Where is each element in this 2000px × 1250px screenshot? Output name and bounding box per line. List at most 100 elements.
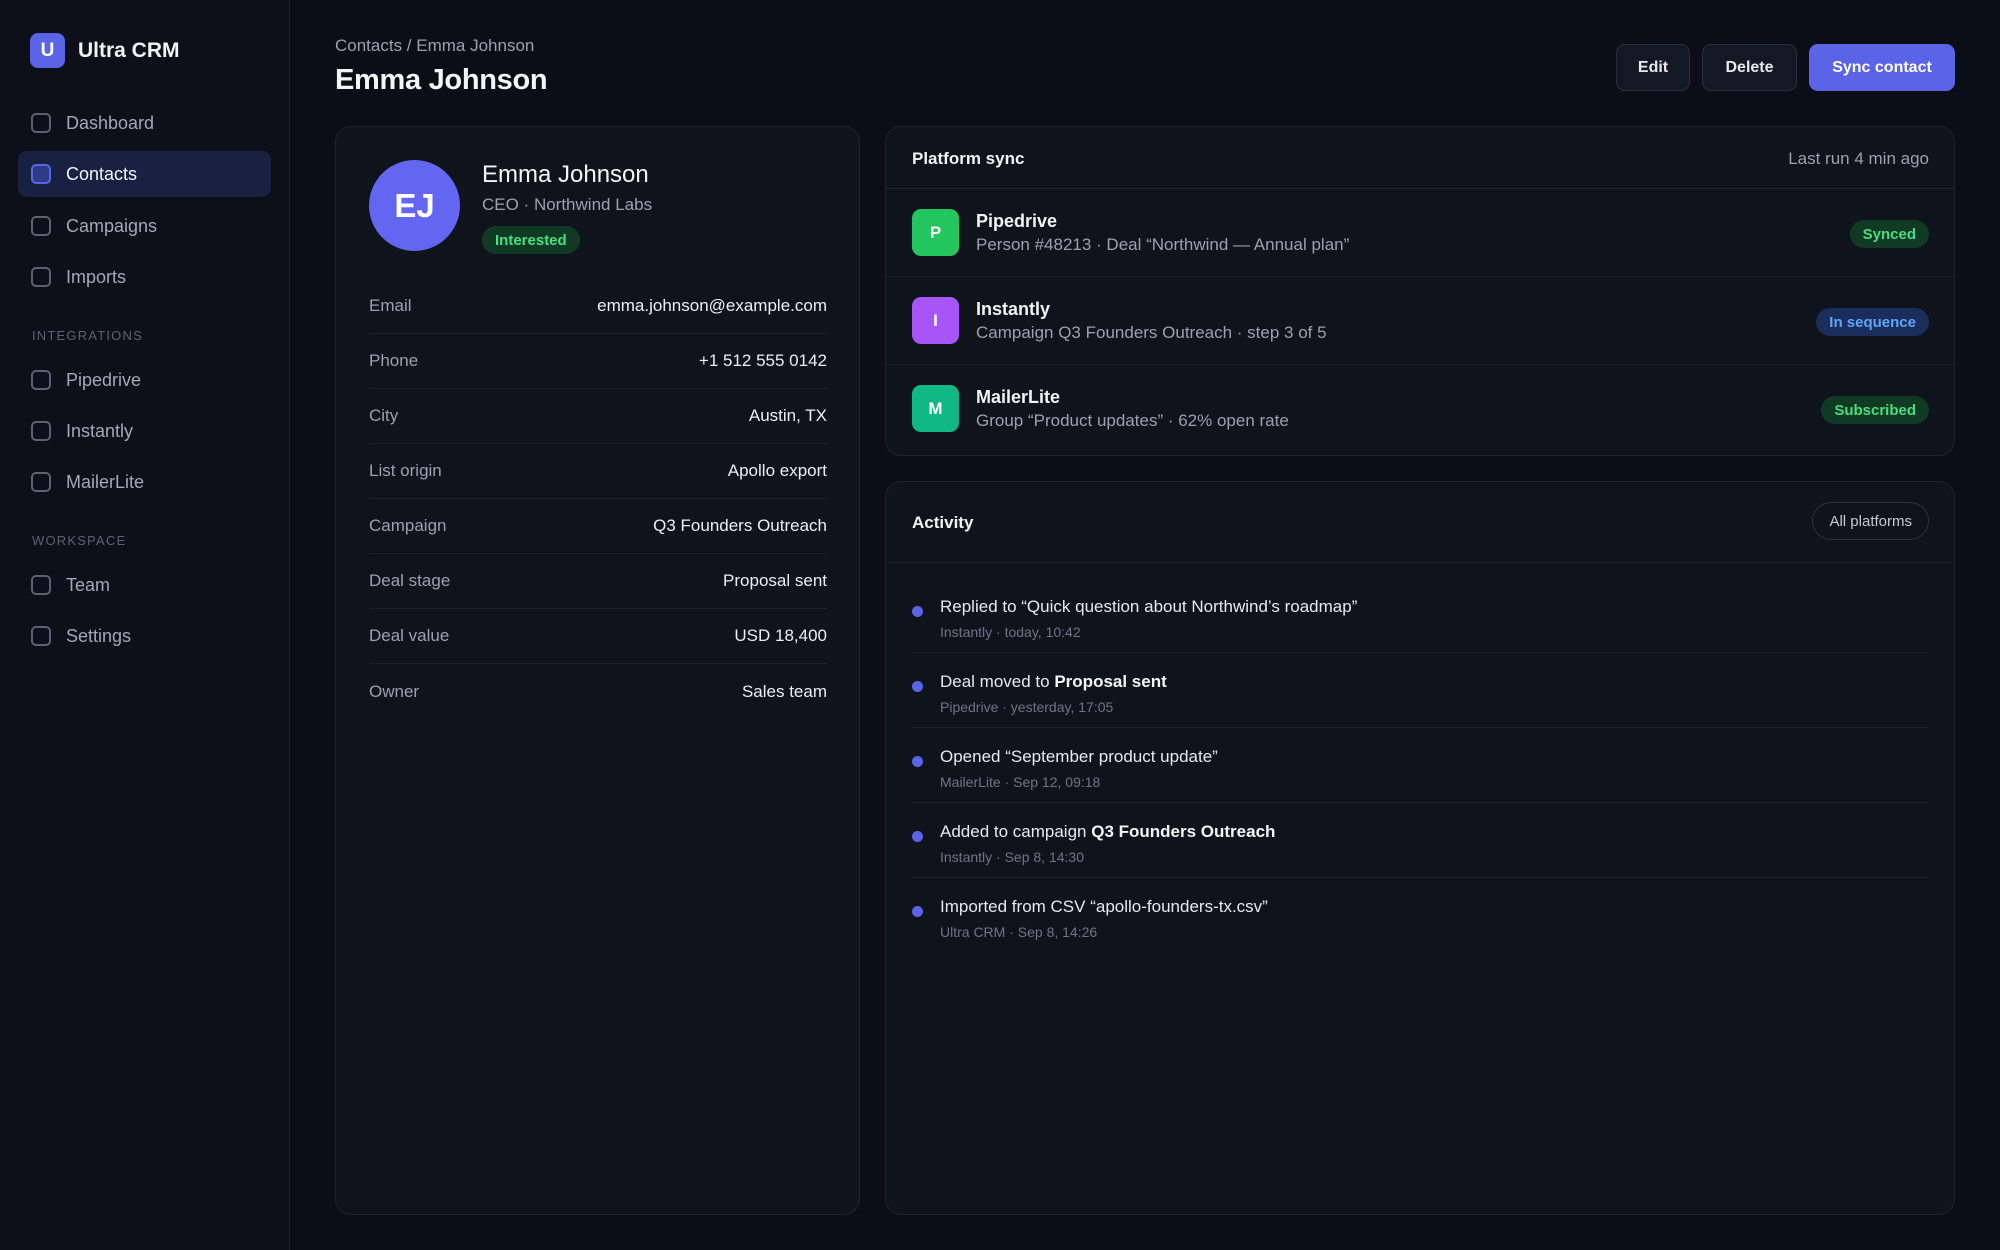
platform-description: Group “Product updates” · 62% open rate (976, 411, 1289, 430)
card-title: Platform sync (912, 149, 1025, 168)
sidebar-item-pipedrive[interactable]: Pipedrive (18, 357, 271, 403)
profile-card: EJ Emma Johnson CEO · Northwind Labs Int… (335, 126, 860, 1215)
sidebar-item-campaigns[interactable]: Campaigns (18, 203, 271, 249)
list-origin-value: Apollo export (727, 461, 827, 480)
section-heading-workspace: WORKSPACE (32, 533, 127, 548)
sync-row-pipedrive[interactable]: P Pipedrive Person #48213 · Deal “Northw… (886, 189, 1954, 277)
dashboard-icon (31, 113, 51, 133)
section-heading-integrations: INTEGRATIONS (32, 328, 143, 343)
field-row-deal-stage: Deal stage Proposal sent (369, 554, 827, 609)
field-label: Deal value (369, 626, 450, 645)
field-row-list-origin: List origin Apollo export (369, 444, 827, 499)
card-header: Activity All platforms (886, 482, 1954, 563)
sync-row-instantly[interactable]: I Instantly Campaign Q3 Founders Outreac… (886, 277, 1954, 365)
activity-text-highlight: Q3 Founders Outreach (1091, 822, 1276, 841)
platform-name: Pipedrive (976, 211, 1058, 231)
sync-contact-button[interactable]: Sync contact (1809, 44, 1955, 91)
activity-text-prefix: Deal moved to (940, 672, 1055, 691)
activity-dot-icon (912, 681, 923, 692)
campaign-value: Q3 Founders Outreach (653, 516, 827, 535)
campaigns-icon (31, 216, 51, 236)
sidebar-item-team[interactable]: Team (18, 562, 271, 608)
card-header: Platform sync Last run 4 min ago (886, 127, 1954, 189)
platform-description: Campaign Q3 Founders Outreach · step 3 o… (976, 323, 1327, 342)
activity-dot-icon (912, 831, 923, 842)
field-row-phone: Phone +1 512 555 0142 (369, 334, 827, 389)
field-row-city: City Austin, TX (369, 389, 827, 444)
instantly-icon (31, 421, 51, 441)
last-run-text: Last run 4 min ago (1788, 149, 1929, 168)
sidebar-item-settings[interactable]: Settings (18, 613, 271, 659)
sidebar-item-label: Contacts (66, 163, 138, 184)
field-row-email: Email emma.johnson@example.com (369, 279, 827, 334)
city-value: Austin, TX (748, 406, 827, 425)
sidebar-item-label: Imports (66, 266, 127, 287)
sync-row-mailerlite[interactable]: M MailerLite Group “Product updates” · 6… (886, 365, 1954, 453)
sidebar-item-label: Instantly (66, 420, 134, 441)
status-badge: Interested (482, 226, 580, 254)
activity-text-prefix: Added to campaign (940, 822, 1092, 841)
owner-value: Sales team (741, 681, 827, 701)
brand-logo: U (30, 33, 65, 68)
brand[interactable]: U Ultra CRM (30, 33, 180, 68)
profile-role: CEO · Northwind Labs (482, 195, 653, 214)
breadcrumb[interactable]: Contacts / Emma Johnson (335, 36, 534, 56)
imports-icon (31, 267, 51, 287)
sidebar-item-label: MailerLite (66, 471, 145, 492)
mailerlite-icon: M (912, 385, 959, 432)
activity-dot-icon (912, 756, 923, 767)
email-value[interactable]: emma.johnson@example.com (597, 296, 827, 316)
platform-filter-button[interactable]: All platforms (1812, 502, 1929, 540)
sidebar-item-imports[interactable]: Imports (18, 254, 271, 300)
phone-value[interactable]: +1 512 555 0142 (699, 351, 827, 371)
deal-stage-value: Proposal sent (723, 571, 827, 590)
sidebar-item-label: Dashboard (66, 112, 155, 133)
sidebar-item-dashboard[interactable]: Dashboard (18, 100, 271, 146)
activity-item: Deal moved to Proposal sent Pipedrive · … (912, 653, 1928, 728)
settings-icon (31, 626, 51, 646)
card-title: Activity (912, 513, 974, 532)
pipedrive-icon: P (912, 209, 959, 256)
field-label: List origin (369, 461, 442, 480)
activity-dot-icon (912, 606, 923, 617)
status-badge: Synced (1849, 220, 1929, 248)
activity-dot-icon (912, 906, 923, 917)
activity-meta: Instantly · Sep 8, 14:30 (940, 849, 1084, 865)
deal-value-value: USD 18,400 (734, 626, 827, 645)
activity-text: Replied to “Quick question about Northwi… (940, 597, 1358, 616)
activity-meta: MailerLite · Sep 12, 09:18 (940, 774, 1101, 790)
sidebar: U Ultra CRM Dashboard Contacts Campaigns… (0, 0, 290, 1250)
field-label: City (369, 406, 399, 425)
activity-item: Imported from CSV “apollo-founders-tx.cs… (912, 878, 1928, 953)
sidebar-item-instantly[interactable]: Instantly (18, 408, 271, 454)
field-label: Email (369, 296, 412, 315)
field-label: Campaign (369, 516, 447, 535)
platform-description: Person #48213 · Deal “Northwind — Annual… (976, 235, 1350, 254)
contacts-icon (31, 164, 51, 184)
activity-text: Added to campaign Q3 Founders Outreach (940, 822, 1275, 842)
activity-meta: Pipedrive · yesterday, 17:05 (940, 699, 1114, 715)
avatar: EJ (369, 160, 460, 251)
delete-button[interactable]: Delete (1702, 44, 1797, 91)
activity-meta: Ultra CRM · Sep 8, 14:26 (940, 924, 1098, 940)
status-badge: Subscribed (1821, 396, 1929, 424)
brand-name: Ultra CRM (78, 38, 180, 62)
pipedrive-icon (31, 370, 51, 390)
platform-name: MailerLite (976, 387, 1061, 407)
sidebar-item-label: Settings (66, 625, 132, 646)
platform-sync-card: Platform sync Last run 4 min ago P Piped… (885, 126, 1955, 456)
sidebar-item-label: Pipedrive (66, 369, 142, 390)
team-icon (31, 575, 51, 595)
sidebar-item-contacts[interactable]: Contacts (18, 151, 271, 197)
sidebar-item-label: Team (66, 574, 111, 595)
field-row-deal-value: Deal value USD 18,400 (369, 609, 827, 664)
activity-text: Opened “September product update” (940, 747, 1218, 766)
activity-text-highlight: Proposal sent (1054, 672, 1167, 691)
mailerlite-icon (31, 472, 51, 492)
field-row-campaign: Campaign Q3 Founders Outreach (369, 499, 827, 554)
page-title: Emma Johnson (335, 64, 548, 96)
sidebar-item-mailerlite[interactable]: MailerLite (18, 459, 271, 505)
field-label: Deal stage (369, 571, 451, 590)
edit-button[interactable]: Edit (1616, 44, 1690, 91)
field-row-owner: Owner Sales team (369, 664, 827, 719)
